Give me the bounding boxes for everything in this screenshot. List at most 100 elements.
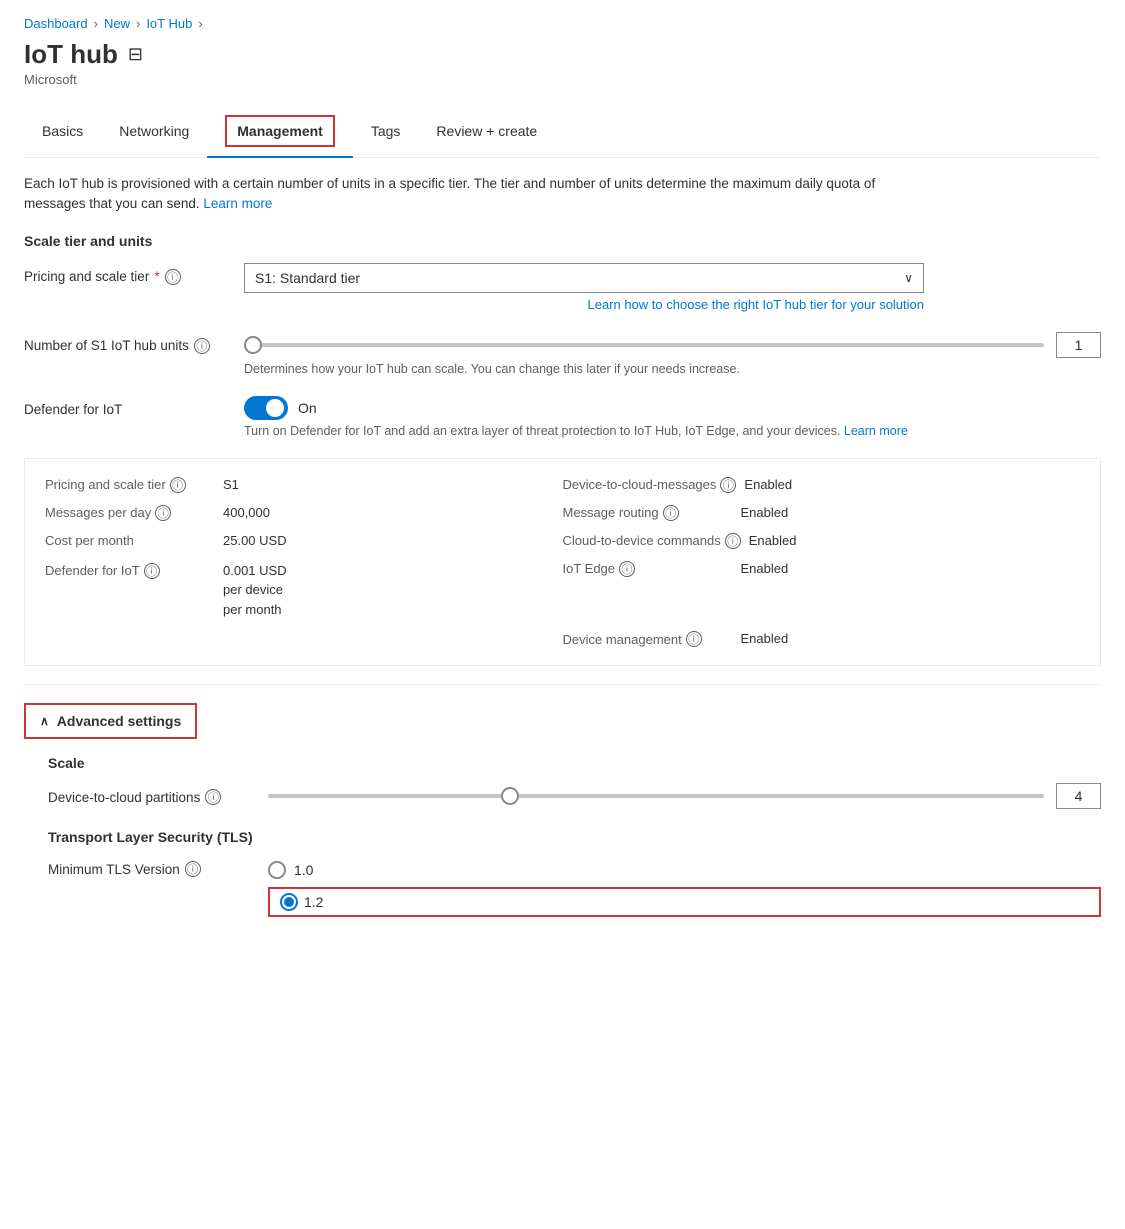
breadcrumb-new[interactable]: New [104, 16, 130, 31]
info-grid-row-2: Messages per day ⓘ 400,000 Message routi… [45, 499, 1080, 527]
tab-networking[interactable]: Networking [101, 105, 207, 157]
units-help-text: Determines how your IoT hub can scale. Y… [244, 362, 884, 376]
tabs-bar: Basics Networking Management Tags Review… [24, 105, 1101, 158]
c2d-info-icon[interactable]: ⓘ [725, 533, 741, 549]
advanced-settings-label: Advanced settings [57, 713, 181, 729]
breadcrumb-sep-1: › [94, 16, 98, 31]
info-grid-val-defender: 0.001 USD per device per month [223, 561, 287, 620]
info-grid-cell-3-right: Cloud-to-device commands ⓘ Enabled [563, 533, 1081, 549]
lock-icon[interactable]: ⊟ [128, 44, 143, 65]
units-control: 1 Determines how your IoT hub can scale.… [244, 332, 1101, 376]
info-grid-val-c2d: Enabled [749, 533, 797, 548]
pricing-info-icon[interactable]: ⓘ [165, 269, 181, 285]
tls-info-icon[interactable]: ⓘ [185, 861, 201, 877]
partitions-control: 4 [268, 783, 1101, 809]
partitions-slider-row: 4 [268, 783, 1101, 809]
info-grid-key-cost: Cost per month [45, 533, 215, 548]
units-row: Number of S1 IoT hub units ⓘ 1 Determine… [24, 332, 1101, 376]
page-title-row: IoT hub ⊟ [24, 39, 1101, 70]
pricing-dropdown-value: S1: Standard tier [255, 270, 360, 286]
tab-management[interactable]: Management [207, 105, 353, 157]
partitions-value-box[interactable]: 4 [1056, 783, 1101, 809]
msg-per-day-info-icon[interactable]: ⓘ [155, 505, 171, 521]
defender-state: On [298, 400, 317, 416]
info-grid-key-routing: Message routing ⓘ [563, 505, 733, 521]
pricing-dropdown[interactable]: S1: Standard tier ∨ [244, 263, 924, 293]
tls-option-1-2-selected[interactable]: 1.2 [268, 887, 1101, 917]
partitions-info-icon[interactable]: ⓘ [205, 789, 221, 805]
info-grid-cell-3-left: Cost per month 25.00 USD [45, 533, 563, 549]
management-description: Each IoT hub is provisioned with a certa… [24, 174, 924, 215]
info-grid-key-device-mgmt: Device management ⓘ [563, 631, 733, 647]
info-grid-cell-1-left: Pricing and scale tier ⓘ S1 [45, 477, 563, 493]
units-slider-row: 1 [244, 332, 1101, 358]
defender-control: On Turn on Defender for IoT and add an e… [244, 396, 1101, 438]
pricing-tier-row: Pricing and scale tier * ⓘ S1: Standard … [24, 263, 1101, 312]
defender-learn-more-link[interactable]: Learn more [844, 424, 908, 438]
tls-version-control: 1.0 1.2 [268, 855, 1101, 917]
defender-row: Defender for IoT On Turn on Defender for… [24, 396, 1101, 438]
breadcrumb-dashboard[interactable]: Dashboard [24, 16, 88, 31]
info-grid-row-4: Defender for IoT ⓘ 0.001 USD per device … [45, 555, 1080, 626]
units-label: Number of S1 IoT hub units ⓘ [24, 332, 224, 354]
chevron-up-icon: ∧ [40, 714, 49, 728]
info-grid-row-5: Device management ⓘ Enabled [45, 625, 1080, 653]
tls-option-1-0[interactable]: 1.0 [268, 861, 1101, 879]
d2c-info-icon[interactable]: ⓘ [720, 477, 736, 493]
advanced-settings-toggle[interactable]: ∧ Advanced settings [24, 703, 197, 739]
info-grid-val-msg-per-day: 400,000 [223, 505, 270, 520]
defender-toggle-thumb [266, 399, 284, 417]
page-title: IoT hub [24, 39, 118, 70]
pricing-control: S1: Standard tier ∨ Learn how to choose … [244, 263, 1101, 312]
units-slider-thumb[interactable] [244, 336, 262, 354]
info-grid-key-c2d: Cloud-to-device commands ⓘ [563, 533, 741, 549]
info-grid-val-pricing-tier: S1 [223, 477, 239, 492]
units-info-icon[interactable]: ⓘ [194, 338, 210, 354]
tls-radio-1-0[interactable] [268, 861, 286, 879]
info-grid-key-msg-per-day: Messages per day ⓘ [45, 505, 215, 521]
info-grid-row-3: Cost per month 25.00 USD Cloud-to-device… [45, 527, 1080, 555]
info-grid-cell-4-left: Defender for IoT ⓘ 0.001 USD per device … [45, 561, 563, 620]
defender-toggle[interactable] [244, 396, 288, 420]
info-grid-cell-2-left: Messages per day ⓘ 400,000 [45, 505, 563, 521]
routing-info-icon[interactable]: ⓘ [663, 505, 679, 521]
info-grid-cell-5-right: Device management ⓘ Enabled [563, 631, 1081, 647]
partitions-slider-thumb[interactable] [501, 787, 519, 805]
info-grid-key-d2c: Device-to-cloud-messages ⓘ [563, 477, 737, 493]
tls-version-label: Minimum TLS Version ⓘ [48, 855, 248, 877]
info-grid-key-iot-edge: IoT Edge ⓘ [563, 561, 733, 577]
pricing-tier-info-icon[interactable]: ⓘ [170, 477, 186, 493]
scale-section-title: Scale tier and units [24, 233, 1101, 249]
tls-radio-1-2[interactable] [280, 893, 298, 911]
device-mgmt-info-icon[interactable]: ⓘ [686, 631, 702, 647]
units-value-box[interactable]: 1 [1056, 332, 1101, 358]
iot-edge-info-icon[interactable]: ⓘ [619, 561, 635, 577]
breadcrumb-iothub[interactable]: IoT Hub [146, 16, 192, 31]
info-grid-val-cost: 25.00 USD [223, 533, 287, 548]
info-grid-val-routing: Enabled [741, 505, 789, 520]
pricing-learn-link[interactable]: Learn how to choose the right IoT hub ti… [244, 297, 924, 312]
defender-toggle-row: On [244, 396, 1101, 420]
defender-label: Defender for IoT [24, 396, 224, 417]
tls-label-1-2: 1.2 [304, 894, 323, 910]
defender-info-icon[interactable]: ⓘ [144, 563, 160, 579]
advanced-scale-title: Scale [48, 755, 1101, 771]
units-slider-container [244, 335, 1044, 355]
tls-version-row: Minimum TLS Version ⓘ 1.0 1.2 [48, 855, 1101, 917]
tab-tags[interactable]: Tags [353, 105, 419, 157]
info-grid-val-iot-edge: Enabled [741, 561, 789, 576]
defender-desc: Turn on Defender for IoT and add an extr… [244, 424, 944, 438]
section-divider [24, 684, 1101, 685]
info-grid-cell-5-left [45, 631, 563, 647]
partitions-slider-container [268, 786, 1044, 806]
info-grid-row-1: Pricing and scale tier ⓘ S1 Device-to-cl… [45, 471, 1080, 499]
advanced-settings-content: Scale Device-to-cloud partitions ⓘ 4 Tra… [48, 755, 1101, 917]
tab-review-create[interactable]: Review + create [418, 105, 555, 157]
info-grid-key-defender: Defender for IoT ⓘ [45, 561, 215, 579]
partitions-slider-track [268, 794, 1044, 798]
breadcrumb-sep-3: › [198, 16, 202, 31]
info-grid-cell-1-right: Device-to-cloud-messages ⓘ Enabled [563, 477, 1081, 493]
breadcrumb: Dashboard › New › IoT Hub › [24, 16, 1101, 31]
description-learn-more-link[interactable]: Learn more [203, 196, 272, 211]
tab-basics[interactable]: Basics [24, 105, 101, 157]
